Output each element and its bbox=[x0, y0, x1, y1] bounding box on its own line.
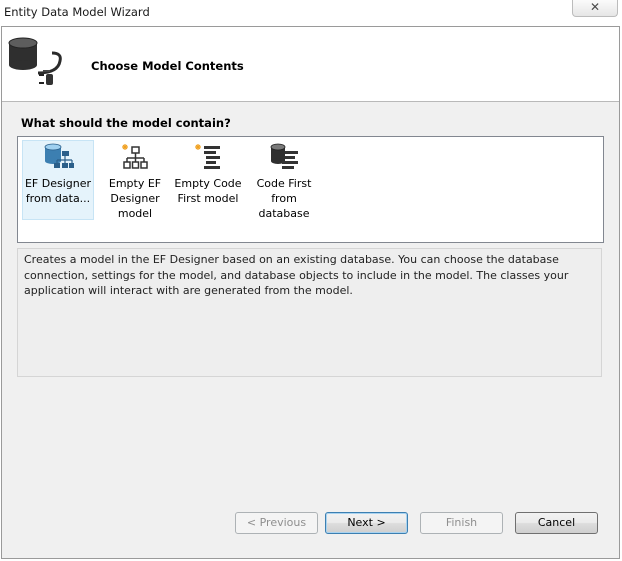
option-ef-designer-from-database[interactable]: EF Designer from data... bbox=[22, 140, 94, 220]
option-label: Empty EF Designer model bbox=[108, 177, 162, 220]
next-button[interactable]: Next > bbox=[325, 512, 408, 534]
model-contents-label: What should the model contain? bbox=[21, 116, 231, 130]
cancel-button[interactable]: Cancel bbox=[515, 512, 598, 534]
wizard-frame: Choose Model Contents What should the mo… bbox=[1, 26, 620, 559]
option-code-first-from-database[interactable]: Code First from database bbox=[248, 140, 320, 220]
option-label: EF Designer from data... bbox=[24, 177, 92, 205]
previous-button[interactable]: < Previous bbox=[235, 512, 318, 534]
page-title: Choose Model Contents bbox=[91, 59, 244, 73]
option-label: Code First from database bbox=[256, 177, 312, 220]
close-icon: ✕ bbox=[589, 0, 601, 14]
title-bar: Entity Data Model Wizard ✕ bbox=[0, 0, 622, 26]
finish-button[interactable]: Finish bbox=[420, 512, 503, 534]
model-options-list: EF Designer from data... Empty EF Design… bbox=[17, 136, 604, 243]
wizard-header: Choose Model Contents bbox=[2, 27, 619, 102]
option-empty-code-first[interactable]: Empty Code First model bbox=[172, 140, 244, 220]
option-description: Creates a model in the EF Designer based… bbox=[17, 248, 602, 377]
ef-designer-from-database-icon bbox=[44, 143, 74, 168]
window-title: Entity Data Model Wizard bbox=[4, 5, 150, 19]
option-label: Empty Code First model bbox=[174, 177, 242, 205]
option-empty-ef-designer[interactable]: Empty EF Designer model bbox=[99, 140, 171, 220]
empty-code-first-icon bbox=[195, 144, 220, 169]
empty-ef-designer-icon bbox=[122, 144, 148, 169]
database-plug-icon bbox=[8, 37, 62, 85]
code-first-from-database-icon bbox=[270, 143, 298, 169]
close-button[interactable]: ✕ bbox=[572, 0, 618, 17]
